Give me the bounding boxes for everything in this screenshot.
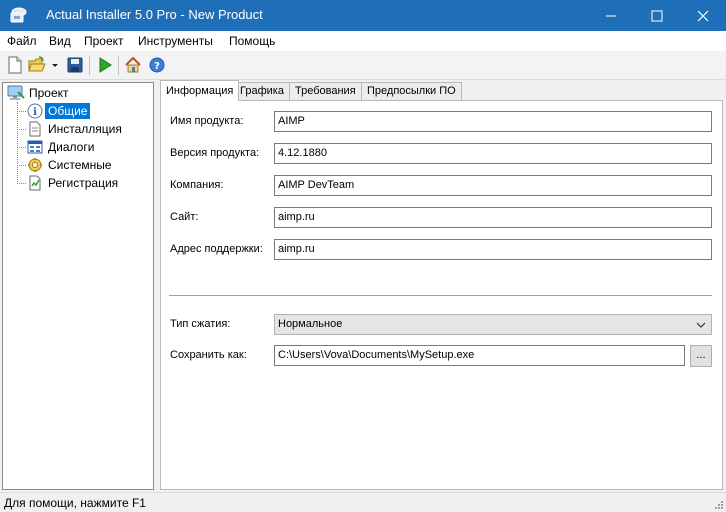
menu-help[interactable]: Помощь <box>229 34 275 48</box>
company-input[interactable]: AIMP DevTeam <box>274 175 712 196</box>
tree-connector <box>17 183 26 184</box>
toolbar-separator <box>118 56 119 75</box>
menu-file[interactable]: Файл <box>7 34 37 48</box>
product-name-label: Имя продукта: <box>170 115 244 127</box>
tree-item-dialogs[interactable]: Диалоги <box>17 138 147 156</box>
toolbar: ? <box>0 51 726 80</box>
save-as-input[interactable]: C:\Users\Vova\Documents\MySetup.exe <box>274 345 685 366</box>
section-divider <box>169 295 712 297</box>
tree-item-general[interactable]: i Общие <box>17 102 147 120</box>
maximize-icon <box>651 10 663 22</box>
site-label: Сайт: <box>170 211 199 223</box>
tree-label: Общие <box>45 103 91 119</box>
run-icon[interactable] <box>96 56 114 74</box>
minimize-button[interactable] <box>588 0 634 31</box>
tree-item-system[interactable]: Системные <box>17 156 147 174</box>
product-version-input[interactable]: 4.12.1880 <box>274 143 712 164</box>
close-button[interactable] <box>680 0 726 31</box>
status-bar: Для помощи, нажмите F1 <box>0 492 726 512</box>
tree-item-installation[interactable]: Инсталляция <box>17 120 147 138</box>
company-label: Компания: <box>170 179 224 191</box>
help-icon[interactable]: ? <box>148 56 166 74</box>
open-dropdown-caret[interactable] <box>52 64 58 67</box>
info-icon: i <box>27 103 43 119</box>
tree-connector <box>17 129 26 130</box>
tab-content: Имя продукта: AIMP Версия продукта: 4.12… <box>160 100 723 490</box>
compression-select[interactable]: Нормальное <box>274 314 712 335</box>
tree-connector <box>17 165 26 166</box>
svg-text:i: i <box>33 107 37 118</box>
compression-value: Нормальное <box>278 318 343 330</box>
status-text: Для помощи, нажмите F1 <box>4 496 146 510</box>
tree-label: Проект <box>29 86 69 100</box>
svg-text:?: ? <box>154 61 160 72</box>
minimize-icon <box>606 15 616 17</box>
app-icon <box>10 7 27 23</box>
project-tree[interactable]: Проект i Общие Инсталляция Диалоги Систе… <box>2 82 154 490</box>
tab-information[interactable]: Информация <box>160 80 240 101</box>
tab-prerequisites[interactable]: Предпосылки ПО <box>361 82 462 100</box>
tree-item-registration[interactable]: Регистрация <box>17 174 147 192</box>
maximize-button[interactable] <box>634 0 680 31</box>
document-icon <box>29 121 41 137</box>
menu-bar: Файл Вид Проект Инструменты Помощь <box>0 31 726 51</box>
tab-requirements[interactable]: Требования <box>289 82 362 100</box>
open-folder-icon[interactable] <box>28 56 46 74</box>
save-icon[interactable] <box>66 56 84 74</box>
project-icon <box>7 85 25 100</box>
compression-label: Тип сжатия: <box>170 318 231 330</box>
tree-label: Системные <box>48 158 112 172</box>
site-input[interactable]: aimp.ru <box>274 207 712 228</box>
support-address-label: Адрес поддержки: <box>170 243 263 255</box>
chevron-down-icon <box>696 322 706 328</box>
toolbar-separator <box>89 56 90 75</box>
tab-graphics[interactable]: Графика <box>234 82 290 100</box>
browse-button[interactable]: ... <box>690 345 712 367</box>
save-as-label: Сохранить как: <box>170 349 247 361</box>
new-file-icon[interactable] <box>6 56 24 74</box>
system-icon <box>28 158 42 172</box>
support-address-input[interactable]: aimp.ru <box>274 239 712 260</box>
registration-icon <box>29 175 41 191</box>
menu-view[interactable]: Вид <box>49 34 71 48</box>
close-icon <box>697 10 709 22</box>
dialogs-icon <box>27 140 43 154</box>
resize-grip-icon[interactable] <box>713 499 724 510</box>
product-name-input[interactable]: AIMP <box>274 111 712 132</box>
tree-connector <box>17 111 26 112</box>
menu-tools[interactable]: Инструменты <box>138 34 213 48</box>
tree-label: Инсталляция <box>48 122 122 136</box>
window-title: Actual Installer 5.0 Pro - New Product <box>46 7 263 22</box>
tree-label: Диалоги <box>48 140 95 154</box>
menu-project[interactable]: Проект <box>84 34 124 48</box>
title-bar[interactable]: Actual Installer 5.0 Pro - New Product <box>0 0 726 31</box>
tree-connector <box>17 147 26 148</box>
product-version-label: Версия продукта: <box>170 147 260 159</box>
tree-label: Регистрация <box>48 176 119 190</box>
properties-panel: Информация Графика Требования Предпосылк… <box>158 80 724 490</box>
home-icon[interactable] <box>124 56 142 74</box>
